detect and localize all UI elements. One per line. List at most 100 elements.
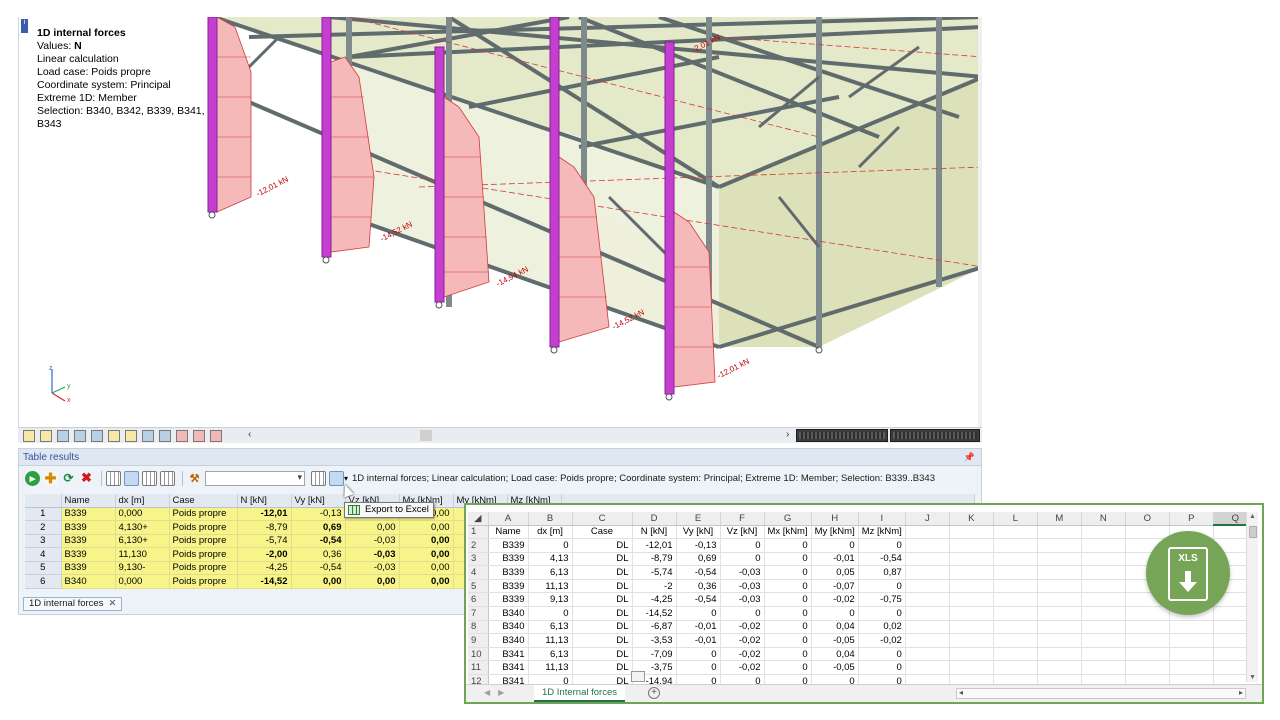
excel-cell[interactable]: 0 [764, 620, 812, 635]
col-letter[interactable]: E [676, 512, 721, 526]
excel-cell[interactable]: -12,01 [632, 538, 677, 553]
excel-cell[interactable]: B341 [488, 647, 529, 662]
excel-cell[interactable] [905, 538, 950, 553]
excel-cell[interactable] [905, 606, 950, 621]
excel-cell[interactable] [949, 647, 994, 662]
excel-cell[interactable]: -0,01 [676, 633, 721, 648]
excel-cell[interactable]: Vz [kN] [720, 525, 765, 540]
tab-1d-internal-forces[interactable]: 1D internal forces ✕ [23, 597, 123, 611]
excel-cell[interactable] [1037, 565, 1082, 580]
viewport-scrollbar[interactable] [978, 17, 982, 427]
excel-row[interactable]: 9 B340 11,13 DL -3,53 -0,01 -0,02 0 -0,05 -0,02 [468, 633, 1258, 648]
label-abc-icon[interactable] [108, 429, 120, 442]
excel-cell[interactable]: 0 [676, 660, 721, 676]
excel-row[interactable]: 4 B339 6,13 DL -5,74 -0,54 -0,03 0 0,05 0,87 [468, 565, 1258, 580]
excel-row[interactable]: 2 B339 0 DL -12,01 -0,13 0 0 0 0 [468, 538, 1258, 553]
scroll-left-icon[interactable]: ‹ [248, 429, 251, 440]
excel-cell[interactable]: 0,69 [676, 552, 721, 567]
model-viewport[interactable]: i 1D internal forces Values: N Linear ca… [18, 17, 982, 427]
excel-cell[interactable]: DL [572, 647, 633, 662]
excel-cell[interactable] [1081, 552, 1126, 567]
excel-cell[interactable]: 0,87 [858, 565, 906, 580]
excel-row[interactable]: 8 B340 6,13 DL -6,87 -0,01 -0,02 0 0,04 0,02 [468, 620, 1258, 635]
excel-cell[interactable] [1081, 565, 1126, 580]
excel-cell[interactable]: -0,05 [811, 660, 859, 676]
col-header[interactable]: Vy [kN] [291, 494, 346, 508]
excel-cell[interactable]: 11,13 [528, 660, 573, 676]
excel-cell[interactable]: -0,75 [858, 592, 906, 608]
excel-cell[interactable]: 0 [764, 552, 812, 567]
excel-cell[interactable]: 0 [764, 592, 812, 608]
pen-alt-icon[interactable] [40, 429, 52, 442]
excel-cell[interactable]: -0,03 [720, 592, 765, 608]
scroll-thumb[interactable] [1249, 526, 1257, 538]
excel-cell[interactable]: 0 [858, 579, 906, 594]
excel-cell[interactable]: -2 [632, 579, 677, 594]
pen-icon[interactable] [23, 429, 35, 442]
excel-cell[interactable]: B341 [488, 660, 529, 676]
excel-cell[interactable]: 0,36 [676, 579, 721, 594]
excel-cell[interactable]: 11,13 [528, 579, 573, 594]
excel-cell[interactable] [993, 579, 1038, 594]
col-letter[interactable]: A [488, 512, 529, 526]
excel-cell[interactable]: -0,54 [858, 552, 906, 567]
excel-cell[interactable]: 0,04 [811, 647, 859, 662]
excel-cell[interactable]: Case [572, 525, 633, 540]
pin-icon[interactable]: 📌 [964, 449, 975, 466]
excel-cell[interactable] [1125, 606, 1170, 621]
add-icon[interactable]: ✚ [43, 470, 58, 486]
excel-cell[interactable] [1081, 633, 1126, 648]
excel-cell[interactable]: DL [572, 565, 633, 580]
excel-cell[interactable] [1037, 633, 1082, 648]
excel-cell[interactable]: DL [572, 620, 633, 635]
excel-cell[interactable]: 0 [858, 660, 906, 676]
excel-cell[interactable] [949, 592, 994, 608]
excel-cell[interactable]: -0,03 [720, 565, 765, 580]
excel-row[interactable]: 5 B339 11,13 DL -2 0,36 -0,03 0 -0,07 0 [468, 579, 1258, 594]
excel-row[interactable]: 7 B340 0 DL -14,52 0 0 0 0 0 [468, 606, 1258, 621]
excel-cell[interactable] [1037, 592, 1082, 608]
excel-cell[interactable] [1169, 633, 1214, 648]
excel-cell[interactable] [1037, 579, 1082, 594]
run-icon[interactable]: ▸ [25, 470, 40, 486]
excel-cell[interactable]: DL [572, 633, 633, 648]
excel-cell[interactable]: Name [488, 525, 529, 540]
label-abc-alt-icon[interactable] [125, 429, 137, 442]
refresh-icon[interactable]: ⟳ [61, 471, 76, 486]
view-slider-2[interactable] [890, 429, 980, 442]
excel-sheet-grid[interactable]: ◢ A B C D E F G H I J K L M N O P Q 1 Nam… [468, 512, 1258, 689]
sheet-tab-1d-internal-forces[interactable]: 1D Internal forces [534, 685, 625, 702]
excel-cell[interactable]: B339 [488, 565, 529, 580]
excel-cell[interactable]: 0 [858, 538, 906, 553]
excel-cell[interactable]: 11,13 [528, 633, 573, 648]
close-tab-icon[interactable]: ✕ [108, 598, 116, 609]
excel-horizontal-scrollbar[interactable]: ◂ ▸ [956, 688, 1246, 699]
excel-cell[interactable] [905, 592, 950, 608]
excel-cell[interactable]: -6,87 [632, 620, 677, 635]
excel-cell[interactable]: B339 [488, 592, 529, 608]
scroll-right-icon[interactable]: › [786, 429, 789, 440]
excel-cell[interactable]: 0 [858, 606, 906, 621]
excel-cell[interactable]: -0,02 [811, 592, 859, 608]
excel-cell[interactable]: -3,53 [632, 633, 677, 648]
excel-cell[interactable]: 0 [764, 565, 812, 580]
col-letter[interactable]: F [720, 512, 765, 526]
col-letter[interactable]: P [1169, 512, 1214, 526]
excel-cell[interactable] [1037, 525, 1082, 540]
excel-cell[interactable] [905, 525, 950, 540]
excel-cell[interactable] [905, 633, 950, 648]
excel-cell[interactable] [905, 620, 950, 635]
excel-cell[interactable] [993, 552, 1038, 567]
excel-cell[interactable]: 0 [764, 633, 812, 648]
excel-cell[interactable] [949, 552, 994, 567]
toolbar-scroll-thumb[interactable] [420, 430, 432, 441]
export-dropdown-icon[interactable]: ▾ [344, 474, 348, 483]
excel-cell[interactable] [905, 660, 950, 676]
excel-cell[interactable]: -7,09 [632, 647, 677, 662]
excel-cell[interactable]: 0 [764, 538, 812, 553]
excel-cell[interactable] [1081, 592, 1126, 608]
excel-cell[interactable] [905, 579, 950, 594]
excel-cell[interactable] [1081, 525, 1126, 540]
excel-cell[interactable]: 0 [676, 647, 721, 662]
excel-cell[interactable]: B340 [488, 620, 529, 635]
